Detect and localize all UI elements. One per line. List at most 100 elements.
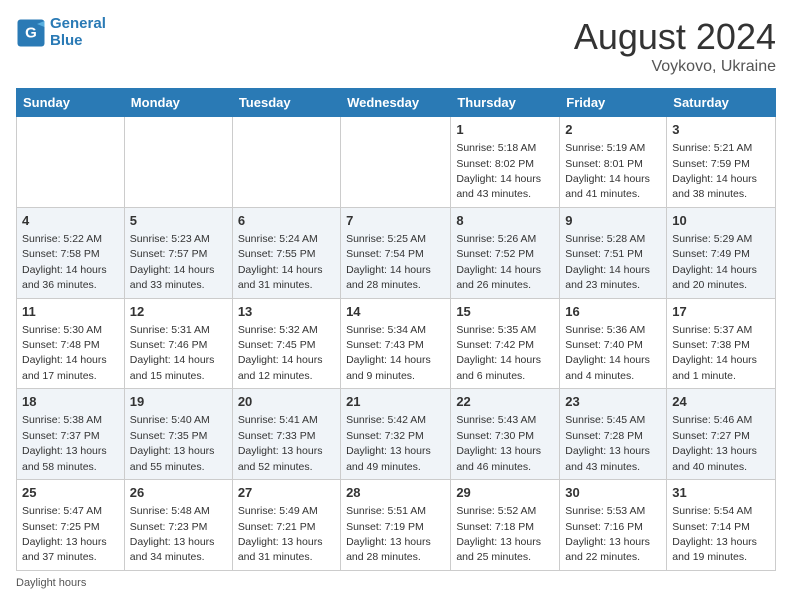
day-number: 24 [672, 393, 770, 411]
day-number: 22 [456, 393, 554, 411]
day-info: Sunrise: 5:21 AM Sunset: 7:59 PM Dayligh… [672, 142, 757, 200]
day-number: 7 [346, 212, 445, 230]
day-info: Sunrise: 5:49 AM Sunset: 7:21 PM Dayligh… [238, 505, 323, 563]
day-header-saturday: Saturday [667, 89, 776, 117]
day-info: Sunrise: 5:19 AM Sunset: 8:01 PM Dayligh… [565, 142, 650, 200]
logo: G General Blue [16, 16, 106, 49]
day-header-sunday: Sunday [17, 89, 125, 117]
calendar-cell: 6 Sunrise: 5:24 AM Sunset: 7:55 PM Daylig… [232, 207, 340, 298]
calendar-cell: 25Sunrise: 5:47 AM Sunset: 7:25 PM Dayli… [17, 480, 125, 571]
day-number: 11 [22, 303, 119, 321]
day-number: 23 [565, 393, 661, 411]
day-number: 14 [346, 303, 445, 321]
calendar-cell: 12 Sunrise: 5:31 AM Sunset: 7:46 PM Dayli… [124, 298, 232, 389]
day-number: 5 [130, 212, 227, 230]
day-info: Sunrise: 5:52 AM Sunset: 7:18 PM Dayligh… [456, 505, 541, 563]
day-header-tuesday: Tuesday [232, 89, 340, 117]
calendar-cell: 20 Sunrise: 5:41 AM Sunset: 7:33 PM Dayli… [232, 389, 340, 480]
logo-line1: General [50, 16, 106, 33]
day-number: 27 [238, 484, 335, 502]
day-info: Sunrise: 5:41 AM Sunset: 7:33 PM Dayligh… [238, 414, 323, 472]
calendar-table: SundayMondayTuesdayWednesdayThursdayFrid… [16, 88, 776, 571]
day-info: Sunrise: 5:18 AM Sunset: 8:02 PM Dayligh… [456, 142, 541, 200]
svg-text:G: G [25, 24, 37, 41]
day-number: 3 [672, 121, 770, 139]
day-number: 29 [456, 484, 554, 502]
calendar-cell: 7 Sunrise: 5:25 AM Sunset: 7:54 PM Daylig… [341, 207, 451, 298]
day-info: Sunrise: 5:26 AM Sunset: 7:52 PM Dayligh… [456, 233, 541, 291]
day-info: Sunrise: 5:28 AM Sunset: 7:51 PM Dayligh… [565, 233, 650, 291]
day-number: 25 [22, 484, 119, 502]
calendar-body: 1 Sunrise: 5:18 AM Sunset: 8:02 PM Daylig… [17, 117, 776, 571]
calendar-cell: 14 Sunrise: 5:34 AM Sunset: 7:43 PM Dayli… [341, 298, 451, 389]
day-info: Sunrise: 5:53 AM Sunset: 7:16 PM Dayligh… [565, 505, 650, 563]
day-number: 17 [672, 303, 770, 321]
calendar-cell: 19Sunrise: 5:40 AM Sunset: 7:35 PM Dayli… [124, 389, 232, 480]
day-number: 1 [456, 121, 554, 139]
calendar-cell [232, 117, 340, 208]
logo-icon: G [16, 18, 46, 48]
calendar-cell: 8 Sunrise: 5:26 AM Sunset: 7:52 PM Daylig… [451, 207, 560, 298]
calendar-cell: 15Sunrise: 5:35 AM Sunset: 7:42 PM Dayli… [451, 298, 560, 389]
calendar-cell [341, 117, 451, 208]
day-number: 12 [130, 303, 227, 321]
day-info: Sunrise: 5:46 AM Sunset: 7:27 PM Dayligh… [672, 414, 757, 472]
day-number: 2 [565, 121, 661, 139]
calendar-cell: 26Sunrise: 5:48 AM Sunset: 7:23 PM Dayli… [124, 480, 232, 571]
week-row-4: 18Sunrise: 5:38 AM Sunset: 7:37 PM Dayli… [17, 389, 776, 480]
day-number: 10 [672, 212, 770, 230]
calendar-cell: 24 Sunrise: 5:46 AM Sunset: 7:27 PM Dayli… [667, 389, 776, 480]
day-number: 8 [456, 212, 554, 230]
main-title: August 2024 [574, 16, 776, 58]
day-number: 9 [565, 212, 661, 230]
footer-note: Daylight hours [16, 577, 776, 589]
day-info: Sunrise: 5:29 AM Sunset: 7:49 PM Dayligh… [672, 233, 757, 291]
calendar-cell: 31Sunrise: 5:54 AM Sunset: 7:14 PM Dayli… [667, 480, 776, 571]
day-info: Sunrise: 5:30 AM Sunset: 7:48 PM Dayligh… [22, 324, 107, 382]
calendar-cell: 21 Sunrise: 5:42 AM Sunset: 7:32 PM Dayli… [341, 389, 451, 480]
calendar-cell: 17 Sunrise: 5:37 AM Sunset: 7:38 PM Dayli… [667, 298, 776, 389]
day-header-monday: Monday [124, 89, 232, 117]
day-info: Sunrise: 5:31 AM Sunset: 7:46 PM Dayligh… [130, 324, 215, 382]
calendar-cell: 16Sunrise: 5:36 AM Sunset: 7:40 PM Dayli… [560, 298, 667, 389]
calendar-cell: 28Sunrise: 5:51 AM Sunset: 7:19 PM Dayli… [341, 480, 451, 571]
day-info: Sunrise: 5:25 AM Sunset: 7:54 PM Dayligh… [346, 233, 431, 291]
calendar-cell: 30Sunrise: 5:53 AM Sunset: 7:16 PM Dayli… [560, 480, 667, 571]
calendar-cell [17, 117, 125, 208]
week-row-2: 4Sunrise: 5:22 AM Sunset: 7:58 PM Daylig… [17, 207, 776, 298]
calendar-cell: 22 Sunrise: 5:43 AM Sunset: 7:30 PM Dayli… [451, 389, 560, 480]
day-info: Sunrise: 5:24 AM Sunset: 7:55 PM Dayligh… [238, 233, 323, 291]
day-info: Sunrise: 5:51 AM Sunset: 7:19 PM Dayligh… [346, 505, 431, 563]
day-number: 20 [238, 393, 335, 411]
day-number: 16 [565, 303, 661, 321]
calendar-cell: 4Sunrise: 5:22 AM Sunset: 7:58 PM Daylig… [17, 207, 125, 298]
day-info: Sunrise: 5:42 AM Sunset: 7:32 PM Dayligh… [346, 414, 431, 472]
day-header-friday: Friday [560, 89, 667, 117]
day-info: Sunrise: 5:37 AM Sunset: 7:38 PM Dayligh… [672, 324, 757, 382]
day-number: 18 [22, 393, 119, 411]
calendar-cell: 29 Sunrise: 5:52 AM Sunset: 7:18 PM Dayli… [451, 480, 560, 571]
day-info: Sunrise: 5:34 AM Sunset: 7:43 PM Dayligh… [346, 324, 431, 382]
calendar-cell: 23 Sunrise: 5:45 AM Sunset: 7:28 PM Dayli… [560, 389, 667, 480]
day-info: Sunrise: 5:23 AM Sunset: 7:57 PM Dayligh… [130, 233, 215, 291]
subtitle: Voykovo, Ukraine [574, 58, 776, 76]
day-info: Sunrise: 5:32 AM Sunset: 7:45 PM Dayligh… [238, 324, 323, 382]
calendar-cell [124, 117, 232, 208]
day-info: Sunrise: 5:54 AM Sunset: 7:14 PM Dayligh… [672, 505, 757, 563]
day-number: 4 [22, 212, 119, 230]
day-info: Sunrise: 5:45 AM Sunset: 7:28 PM Dayligh… [565, 414, 650, 472]
calendar-cell: 1 Sunrise: 5:18 AM Sunset: 8:02 PM Daylig… [451, 117, 560, 208]
calendar-cell: 5 Sunrise: 5:23 AM Sunset: 7:57 PM Daylig… [124, 207, 232, 298]
week-row-3: 11 Sunrise: 5:30 AM Sunset: 7:48 PM Dayli… [17, 298, 776, 389]
calendar-cell: 2 Sunrise: 5:19 AM Sunset: 8:01 PM Daylig… [560, 117, 667, 208]
day-number: 26 [130, 484, 227, 502]
day-number: 21 [346, 393, 445, 411]
calendar-cell: 3 Sunrise: 5:21 AM Sunset: 7:59 PM Daylig… [667, 117, 776, 208]
day-number: 19 [130, 393, 227, 411]
day-number: 6 [238, 212, 335, 230]
day-header-row: SundayMondayTuesdayWednesdayThursdayFrid… [17, 89, 776, 117]
day-info: Sunrise: 5:43 AM Sunset: 7:30 PM Dayligh… [456, 414, 541, 472]
day-header-thursday: Thursday [451, 89, 560, 117]
day-info: Sunrise: 5:35 AM Sunset: 7:42 PM Dayligh… [456, 324, 541, 382]
calendar-cell: 9 Sunrise: 5:28 AM Sunset: 7:51 PM Daylig… [560, 207, 667, 298]
